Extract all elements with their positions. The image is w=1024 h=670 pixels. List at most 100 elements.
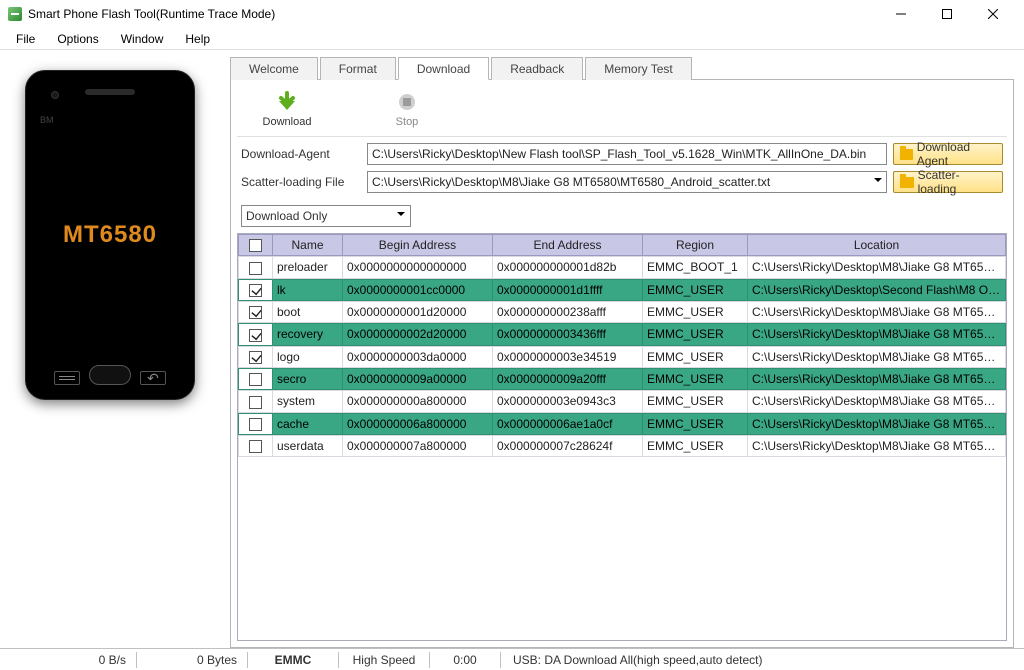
table-row[interactable]: boot0x0000000001d200000x000000000238afff… [238,301,1006,323]
stop-icon [395,90,419,114]
cell-location: C:\Users\Ricky\Desktop\M8\Jiake G8 MT658… [748,301,1006,322]
cell-region: EMMC_USER [643,435,748,456]
row-checkbox[interactable] [249,284,262,297]
row-checkbox[interactable] [249,351,262,364]
table-row[interactable]: logo0x0000000003da00000x0000000003e34519… [238,346,1006,368]
minimize-button[interactable] [878,0,924,28]
cell-end: 0x000000007c28624f [493,435,643,456]
header-begin[interactable]: Begin Address [343,235,493,256]
tab-download[interactable]: Download [398,57,489,80]
cell-name: cache [273,413,343,434]
header-region[interactable]: Region [643,235,748,256]
download-mode-value: Download Only [246,209,327,223]
cell-end: 0x0000000003436fff [493,324,643,345]
menu-help[interactable]: Help [175,30,220,48]
cell-name: logo [273,346,343,367]
cell-begin: 0x0000000001d20000 [343,301,493,322]
header-location[interactable]: Location [748,235,1006,256]
cell-begin: 0x000000000a800000 [343,391,493,412]
download-panel: Download Stop Download-Agent C:\Users\Ri… [230,80,1014,648]
cell-region: EMMC_USER [643,301,748,322]
cell-begin: 0x0000000002d20000 [343,324,493,345]
download-agent-browse-label: Download Agent [917,140,996,168]
scatter-file-field[interactable]: C:\Users\Ricky\Desktop\M8\Jiake G8 MT658… [367,171,887,193]
menu-options[interactable]: Options [47,30,108,48]
cell-region: EMMC_USER [643,413,748,434]
close-button[interactable] [970,0,1016,28]
folder-icon [900,149,913,160]
cell-name: boot [273,301,343,322]
cell-begin: 0x000000006a800000 [343,413,493,434]
scatter-file-browse-button[interactable]: Scatter-loading [893,171,1003,193]
maximize-button[interactable] [924,0,970,28]
table-row[interactable]: recovery0x0000000002d200000x000000000343… [238,323,1006,345]
scatter-file-label: Scatter-loading File [241,175,361,189]
header-check-all[interactable] [239,235,273,256]
download-agent-label: Download-Agent [241,147,361,161]
cell-begin: 0x0000000000000000 [343,257,493,278]
cell-name: userdata [273,435,343,456]
statusbar: 0 B/s 0 Bytes EMMC High Speed 0:00 USB: … [0,648,1024,670]
table-row[interactable]: userdata0x000000007a8000000x000000007c28… [238,435,1006,457]
table-row[interactable]: system0x000000000a8000000x000000003e0943… [238,390,1006,412]
cell-region: EMMC_USER [643,391,748,412]
cell-name: secro [273,368,343,389]
row-checkbox[interactable] [249,373,262,386]
toolbar: Download Stop [237,86,1007,137]
left-pane: BM MT6580 ↶ [0,50,220,648]
stop-button-label: Stop [396,116,419,128]
partition-table: Name Begin Address End Address Region Lo… [237,233,1007,641]
cell-region: EMMC_BOOT_1 [643,257,748,278]
tab-memory-test[interactable]: Memory Test [585,57,691,80]
tab-welcome[interactable]: Welcome [230,57,318,80]
cell-name: system [273,391,343,412]
phone-home-icon [89,365,131,385]
table-row[interactable]: secro0x0000000009a000000x0000000009a20ff… [238,368,1006,390]
cell-region: EMMC_USER [643,324,748,345]
tab-readback[interactable]: Readback [491,57,583,80]
cell-end: 0x000000006ae1a0cf [493,413,643,434]
phone-menu-icon [54,371,80,385]
status-bytes: 0 Bytes [137,653,247,667]
row-checkbox[interactable] [249,440,262,453]
cell-begin: 0x000000007a800000 [343,435,493,456]
header-name[interactable]: Name [273,235,343,256]
row-checkbox[interactable] [249,306,262,319]
download-agent-browse-button[interactable]: Download Agent [893,143,1003,165]
menu-window[interactable]: Window [111,30,174,48]
cell-end: 0x0000000001d1ffff [493,279,643,300]
header-end[interactable]: End Address [493,235,643,256]
status-speed: High Speed [339,653,429,667]
download-mode-select[interactable]: Download Only [241,205,411,227]
phone-bm-label: BM [40,115,54,125]
menu-file[interactable]: File [6,30,45,48]
phone-speaker-icon [85,89,135,95]
row-checkbox[interactable] [249,262,262,275]
cell-begin: 0x0000000001cc0000 [343,279,493,300]
table-row[interactable]: cache0x000000006a8000000x000000006ae1a0c… [238,413,1006,435]
cell-location: C:\Users\Ricky\Desktop\M8\Jiake G8 MT658… [748,435,1006,456]
stop-button[interactable]: Stop [367,90,447,128]
scatter-file-browse-label: Scatter-loading [918,168,996,196]
cell-end: 0x000000000238afff [493,301,643,322]
tab-format[interactable]: Format [320,57,396,80]
cell-location: C:\Users\Ricky\Desktop\M8\Jiake G8 MT658… [748,413,1006,434]
cell-name: lk [273,279,343,300]
download-agent-field[interactable]: C:\Users\Ricky\Desktop\New Flash tool\SP… [367,143,887,165]
download-button[interactable]: Download [247,90,327,128]
table-row[interactable]: preloader0x00000000000000000x00000000000… [238,256,1006,278]
row-checkbox[interactable] [249,418,262,431]
row-checkbox[interactable] [249,329,262,342]
row-checkbox[interactable] [249,396,262,409]
cell-begin: 0x0000000003da0000 [343,346,493,367]
cell-region: EMMC_USER [643,346,748,367]
phone-back-icon: ↶ [140,371,166,385]
status-mode: USB: DA Download All(high speed,auto det… [501,653,1018,667]
table-row[interactable]: lk0x0000000001cc00000x0000000001d1ffffEM… [238,279,1006,301]
window-title: Smart Phone Flash Tool(Runtime Trace Mod… [28,7,878,21]
tabbar: Welcome Format Download Readback Memory … [230,56,1014,80]
cell-location: C:\Users\Ricky\Desktop\M8\Jiake G8 MT658… [748,391,1006,412]
status-rate: 0 B/s [6,653,136,667]
cell-end: 0x000000000001d82b [493,257,643,278]
cell-location: C:\Users\Ricky\Desktop\M8\Jiake G8 MT658… [748,346,1006,367]
